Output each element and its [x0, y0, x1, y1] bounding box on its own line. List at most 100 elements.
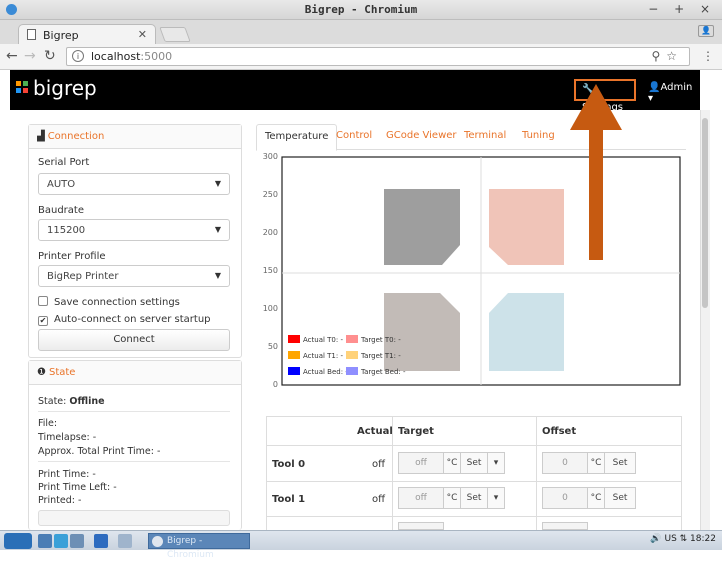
- printer-profile-select[interactable]: BigRep Printer ▼: [38, 265, 230, 287]
- info-icon[interactable]: i: [72, 50, 84, 62]
- start-menu-button[interactable]: [4, 533, 32, 549]
- col-divider: [536, 416, 537, 530]
- legend-label: Actual T1: -: [303, 352, 343, 360]
- terminal-icon[interactable]: [70, 534, 84, 548]
- printed-line: Printed: -: [38, 495, 82, 506]
- tool0-target-unit: °C: [443, 452, 461, 474]
- baudrate-label: Baudrate: [38, 205, 84, 216]
- tool0-actual: off: [372, 459, 386, 470]
- serial-port-select[interactable]: AUTO ▼: [38, 173, 230, 195]
- tool0-target-input[interactable]: off: [398, 452, 444, 474]
- file-manager-icon[interactable]: [38, 534, 52, 548]
- checkbox-unchecked[interactable]: [38, 296, 48, 306]
- browser-launcher-icon[interactable]: [54, 534, 68, 548]
- tab-tuning[interactable]: Tuning: [522, 130, 555, 141]
- legend-label: Actual Bed: -: [303, 368, 348, 376]
- back-icon[interactable]: ←: [6, 48, 18, 64]
- tool2-target-input[interactable]: [398, 522, 444, 530]
- window-controls[interactable]: − + ×: [648, 2, 716, 16]
- printer-profile-label: Printer Profile: [38, 251, 106, 262]
- tool0-offset-input[interactable]: 0: [542, 452, 588, 474]
- omnibox-actions[interactable]: ⚲☆: [651, 49, 683, 63]
- tool0-label: Tool 0: [272, 459, 306, 470]
- tool0-offset-unit: °C: [587, 452, 605, 474]
- tool1-target-input[interactable]: off: [398, 487, 444, 509]
- brand-logo[interactable]: bigrep: [16, 76, 97, 100]
- autoconnect-checkbox[interactable]: ✔ Auto-connect on server startup: [38, 314, 211, 326]
- placeholder-shape-gray: [384, 189, 460, 265]
- legend-label: Target T0: -: [360, 336, 401, 344]
- row-divider: [266, 516, 682, 517]
- state-header[interactable]: ❶ State: [29, 361, 241, 385]
- admin-menu[interactable]: 👤Admin ▾: [648, 82, 700, 104]
- temperature-chart: 300 250 200 150 100 50 0 Actual T0: - Target T0…: [260, 152, 686, 391]
- browser-menu-icon[interactable]: ⋮: [702, 49, 714, 63]
- save-settings-checkbox[interactable]: Save connection settings: [38, 296, 180, 308]
- taskbar-chromium-task[interactable]: Bigrep - Chromium: [148, 533, 250, 560]
- user-icon: 👤: [648, 82, 661, 93]
- checkbox-checked[interactable]: ✔: [38, 316, 48, 326]
- chevron-down-icon: ▼: [214, 179, 221, 188]
- legend-swatch: [288, 335, 300, 343]
- row-divider: [266, 445, 682, 446]
- tool1-target-unit: °C: [443, 487, 461, 509]
- tool0-caret-icon[interactable]: ▾: [487, 452, 505, 474]
- desktop-icon[interactable]: [94, 534, 108, 548]
- key-icon: ⚲: [651, 49, 667, 63]
- reload-icon[interactable]: ↻: [44, 48, 56, 64]
- info-circle-icon: ❶: [37, 367, 46, 378]
- progress-bar: [38, 510, 230, 526]
- tool1-offset-unit: °C: [587, 487, 605, 509]
- tool2-offset-input[interactable]: [542, 522, 588, 530]
- tool1-offset-set-button[interactable]: Set: [604, 487, 636, 509]
- chevron-down-icon: ▼: [214, 271, 221, 280]
- tool0-set-button[interactable]: Set: [460, 452, 488, 474]
- file-line: File:: [38, 418, 58, 429]
- new-tab-button[interactable]: [159, 27, 191, 42]
- signal-icon: ▟: [37, 131, 45, 142]
- bookmark-star-icon: ☆: [666, 49, 683, 63]
- print-time-left-line: Print Time Left: -: [38, 482, 117, 493]
- connection-header[interactable]: ▟ Connection: [29, 125, 241, 149]
- forward-icon[interactable]: →: [24, 48, 36, 64]
- tool1-actual: off: [372, 494, 386, 505]
- serial-port-label: Serial Port: [38, 157, 90, 168]
- legend-swatch: [288, 351, 300, 359]
- system-tray[interactable]: 🔊 US ⇅ 18:22: [650, 534, 716, 544]
- tab-terminal[interactable]: Terminal: [464, 130, 506, 141]
- tab-temperature[interactable]: Temperature: [256, 124, 338, 151]
- state-status: State: Offline: [38, 396, 105, 407]
- tool1-label: Tool 1: [272, 494, 306, 505]
- row-divider: [266, 481, 682, 482]
- timelapse-line: Timelapse: -: [38, 432, 97, 443]
- legend-swatch: [288, 367, 300, 375]
- scrollbar-thumb[interactable]: [702, 118, 708, 308]
- bigrep-logo-icon: [16, 81, 29, 94]
- tab-strip: Bigrep ✕ 👤: [0, 20, 722, 44]
- tool1-set-button[interactable]: Set: [460, 487, 488, 509]
- close-tab-icon[interactable]: ✕: [138, 28, 147, 41]
- baudrate-select[interactable]: 115200 ▼: [38, 219, 230, 241]
- address-bar[interactable]: i localhost:5000 ⚲☆: [66, 47, 690, 66]
- browser-tab[interactable]: Bigrep ✕: [18, 24, 156, 44]
- profile-icon[interactable]: 👤: [698, 25, 714, 37]
- approx-total-line: Approx. Total Print Time: -: [38, 446, 161, 457]
- os-taskbar: Bigrep - Chromium 🔊 US ⇅ 18:22: [0, 530, 722, 560]
- legend-swatch: [346, 335, 358, 343]
- print-time-line: Print Time: -: [38, 469, 96, 480]
- tab-control[interactable]: Control: [336, 130, 372, 141]
- page-icon: [27, 29, 36, 40]
- tool1-offset-input[interactable]: 0: [542, 487, 588, 509]
- connect-button[interactable]: Connect: [38, 329, 230, 351]
- tool0-offset-set-button[interactable]: Set: [604, 452, 636, 474]
- tool1-caret-icon[interactable]: ▾: [487, 487, 505, 509]
- chromium-icon: [152, 536, 163, 547]
- tab-gcode-viewer[interactable]: GCode Viewer: [386, 130, 457, 141]
- workspace-icon[interactable]: [118, 534, 132, 548]
- col-divider: [392, 416, 393, 530]
- browser-tab-title: Bigrep: [43, 29, 79, 42]
- divider: [38, 411, 230, 412]
- col-offset: Offset: [542, 426, 577, 437]
- legend-label: Actual T0: -: [303, 336, 343, 344]
- url-text: localhost:5000: [91, 50, 173, 63]
